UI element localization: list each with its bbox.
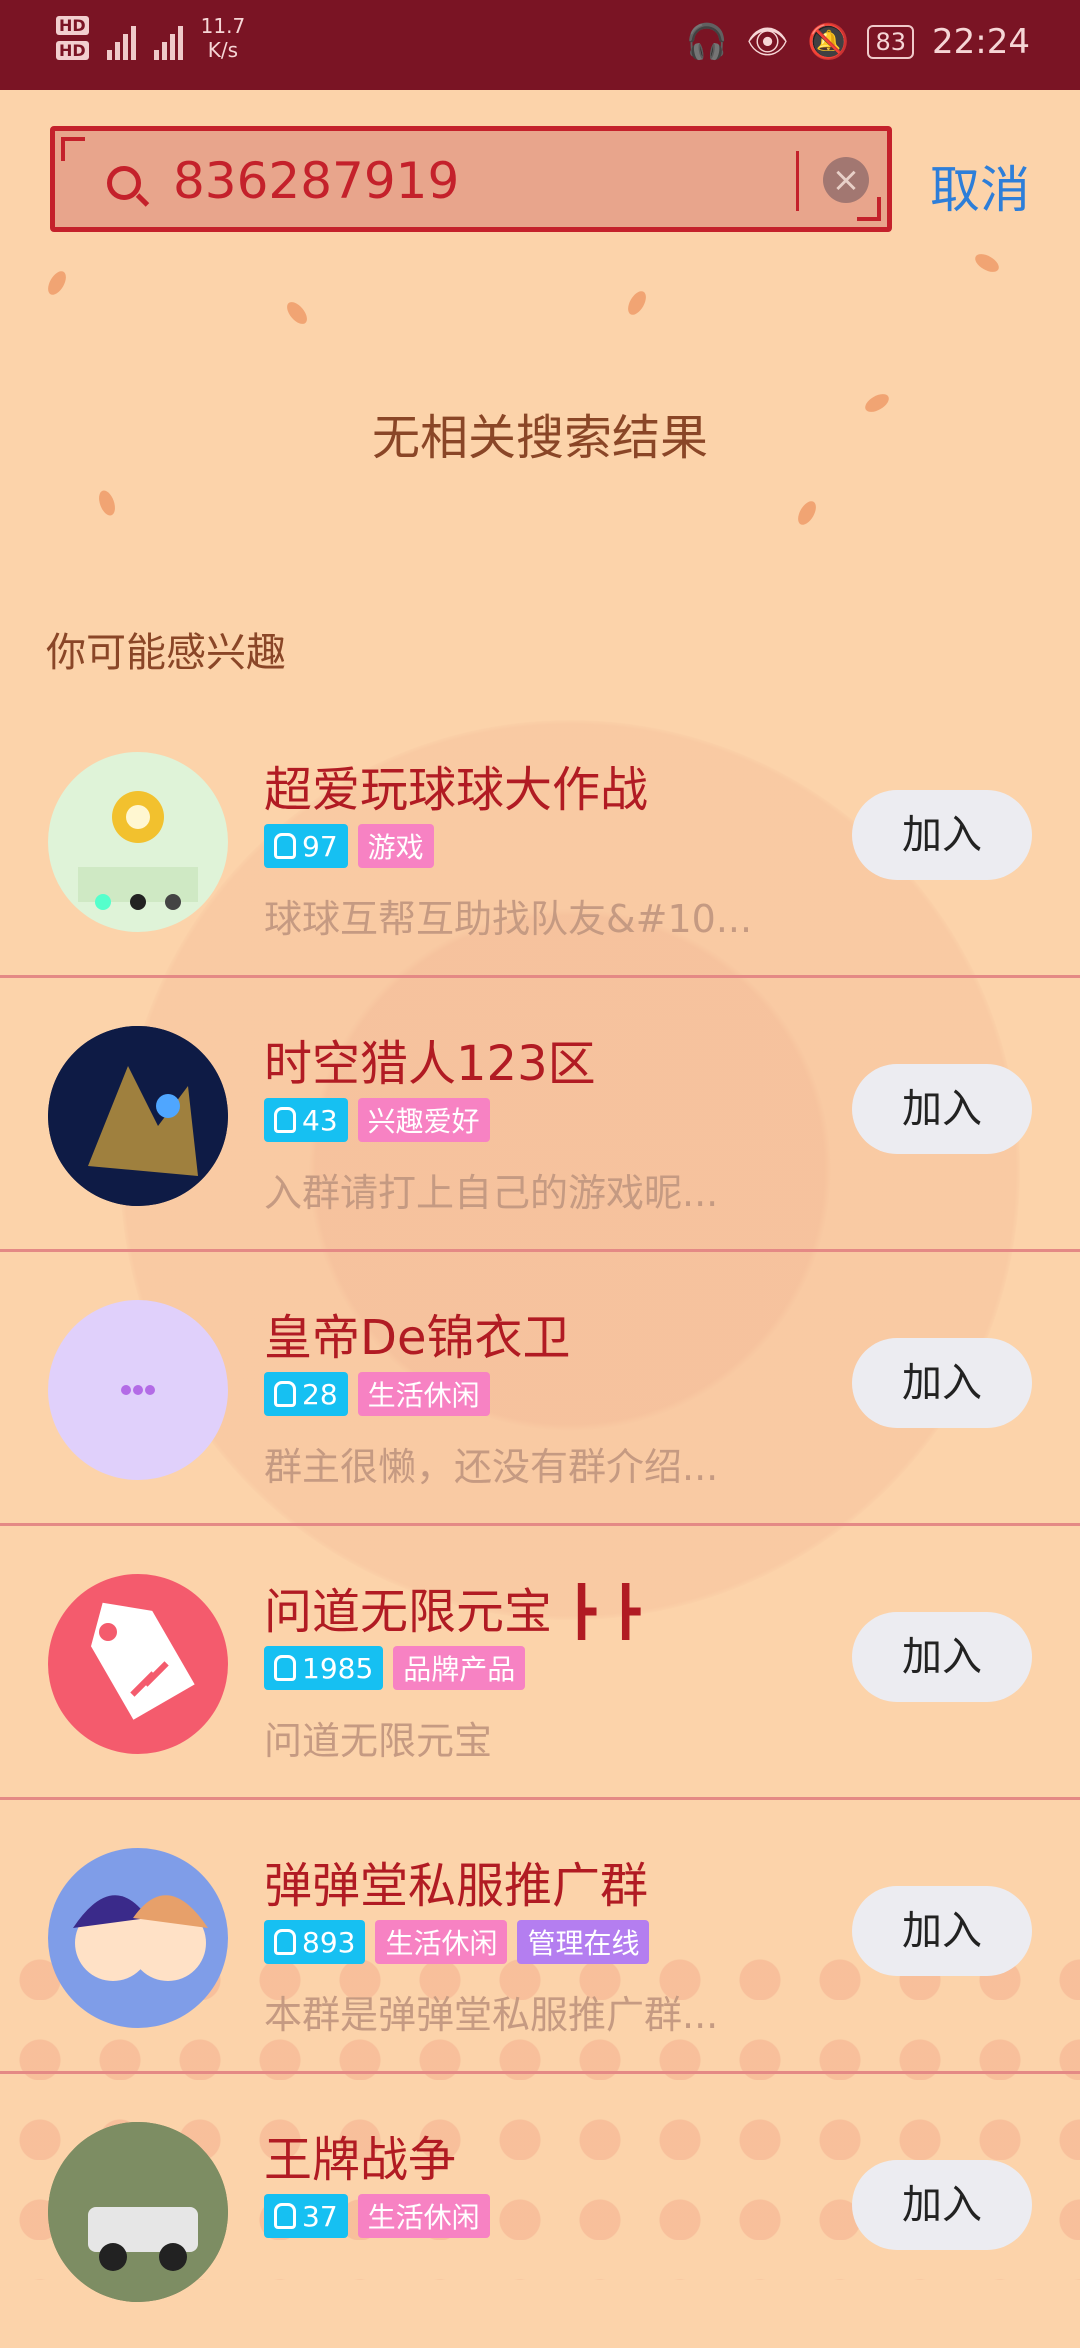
group-description: 球球互帮互助找队友&#10... — [264, 897, 753, 941]
group-description: 入群请打上自己的游戏昵... — [264, 1171, 719, 1215]
user-icon — [274, 1381, 296, 1407]
member-count: 37 — [302, 2199, 338, 2233]
category-tag: 生活休闲 — [375, 1920, 508, 1964]
join-button[interactable]: 加入 — [852, 1338, 1032, 1428]
headphone-icon: 🎧 — [685, 22, 728, 62]
join-button[interactable]: 加入 — [852, 2160, 1032, 2250]
group-list: 超爱玩球球大作战 97 游戏 球球互帮互助找队友&#10... 加入 时空猎人1… — [0, 704, 1080, 2348]
leaf-decor — [624, 288, 650, 318]
leaf-decor — [283, 298, 311, 328]
signal-icon — [153, 16, 183, 60]
list-item[interactable]: 王牌战争 37 生活休闲 加入 — [0, 2074, 1080, 2348]
list-item[interactable]: 皇帝De锦衣卫 28 生活休闲 群主很懒，还没有群介绍... 加入 — [0, 1252, 1080, 1526]
group-description: 本群是弹弹堂私服推广群... — [264, 1993, 719, 2037]
section-title: 你可能感兴趣 — [46, 630, 286, 676]
member-count-badge: 28 — [264, 1372, 348, 1416]
member-count-badge: 43 — [264, 1098, 348, 1142]
group-avatar — [48, 1300, 228, 1480]
network-speed-value: 11.7 — [200, 14, 246, 38]
status-right: 🎧 👁 🔕 83 22:24 — [686, 22, 1030, 62]
manage-online-tag: 管理在线 — [517, 1920, 650, 1964]
cancel-button[interactable]: 取消 — [930, 150, 1030, 222]
mute-bell-icon: 🔕 — [807, 22, 850, 62]
member-count: 28 — [302, 1377, 338, 1411]
user-icon — [274, 1929, 296, 1955]
group-tags: 893 生活休闲 管理在线 — [264, 1920, 650, 1964]
group-avatar — [48, 2122, 228, 2302]
list-item[interactable]: 超爱玩球球大作战 97 游戏 球球互帮互助找队友&#10... 加入 — [0, 704, 1080, 978]
list-item[interactable]: 时空猎人123区 43 兴趣爱好 入群请打上自己的游戏昵... 加入 — [0, 978, 1080, 1252]
group-avatar — [48, 1574, 228, 1754]
member-count: 893 — [302, 1925, 356, 1959]
group-name: 弹弹堂私服推广群 — [264, 1858, 649, 1914]
member-count-badge: 1985 — [264, 1646, 384, 1690]
leaf-decor — [95, 488, 119, 518]
group-tags: 43 兴趣爱好 — [264, 1098, 490, 1142]
leaf-decor — [44, 268, 70, 298]
member-count-badge: 97 — [264, 824, 348, 868]
category-tag: 生活休闲 — [357, 1372, 490, 1416]
group-avatar — [48, 1026, 228, 1206]
group-name: 问道无限元宝 ┣ ┣ — [264, 1584, 641, 1640]
leaf-decor — [972, 250, 1002, 276]
eye-icon: 👁 — [745, 22, 790, 62]
group-description: 问道无限元宝 — [264, 1719, 493, 1763]
network-speed-unit: K/s — [207, 38, 239, 62]
user-icon — [274, 1107, 296, 1133]
network-speed: 11.7 K/s — [201, 14, 246, 62]
category-tag: 兴趣爱好 — [357, 1098, 490, 1142]
group-name: 皇帝De锦衣卫 — [264, 1310, 571, 1366]
search-input[interactable] — [173, 151, 799, 211]
signal-icon — [106, 16, 136, 60]
member-count: 1985 — [302, 1651, 374, 1685]
search-icon — [107, 166, 141, 200]
join-button[interactable]: 加入 — [852, 1064, 1032, 1154]
status-left: HD HD 11.7 K/s — [56, 14, 245, 62]
user-icon — [274, 1655, 296, 1681]
member-count-badge: 893 — [264, 1920, 366, 1964]
battery-icon: 83 — [867, 25, 915, 59]
group-name: 超爱玩球球大作战 — [264, 762, 649, 818]
status-bar: HD HD 11.7 K/s 🎧 👁 🔕 83 22:24 — [0, 0, 1080, 90]
group-avatar — [48, 1848, 228, 2028]
group-tags: 97 游戏 — [264, 824, 434, 868]
search-bar[interactable]: × — [50, 126, 892, 232]
member-count-badge: 37 — [264, 2194, 348, 2238]
leaf-decor — [794, 498, 820, 528]
group-tags: 28 生活休闲 — [264, 1372, 490, 1416]
category-tag: 品牌产品 — [393, 1646, 526, 1690]
member-count: 97 — [302, 829, 338, 863]
list-item[interactable]: 问道无限元宝 ┣ ┣ 1985 品牌产品 问道无限元宝 加入 — [0, 1526, 1080, 1800]
tag-icon — [90, 1602, 195, 1720]
join-button[interactable]: 加入 — [852, 1886, 1032, 1976]
group-description: 群主很懒，还没有群介绍... — [264, 1445, 719, 1489]
group-name: 王牌战争 — [264, 2132, 457, 2188]
group-name: 时空猎人123区 — [264, 1036, 596, 1092]
clear-icon[interactable]: × — [823, 157, 869, 203]
join-button[interactable]: 加入 — [852, 790, 1032, 880]
group-tags: 37 生活休闲 — [264, 2194, 490, 2238]
status-time: 22:24 — [932, 22, 1030, 62]
group-tags: 1985 品牌产品 — [264, 1646, 526, 1690]
join-button[interactable]: 加入 — [852, 1612, 1032, 1702]
category-tag: 生活休闲 — [357, 2194, 490, 2238]
user-icon — [274, 2203, 296, 2229]
group-avatar — [48, 752, 228, 932]
empty-result-message: 无相关搜索结果 — [371, 410, 708, 466]
user-icon — [274, 833, 296, 859]
list-item[interactable]: 弹弹堂私服推广群 893 生活休闲 管理在线 本群是弹弹堂私服推广群... 加入 — [0, 1800, 1080, 2074]
category-tag: 游戏 — [357, 824, 434, 868]
hd-icon: HD HD — [56, 16, 89, 60]
member-count: 43 — [302, 1103, 338, 1137]
